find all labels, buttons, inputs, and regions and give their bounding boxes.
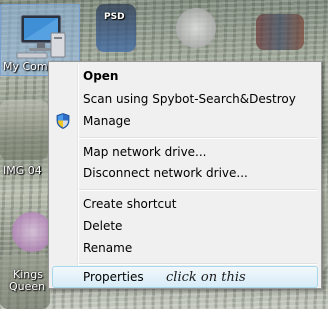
- menu-item-create-shortcut[interactable]: Create shortcut: [51, 193, 319, 215]
- image-file-label: IMG 04: [3, 164, 42, 177]
- context-menu: Open Scan using Spybot-Search&Destroy Ma…: [48, 61, 322, 289]
- menu-item-open[interactable]: Open: [51, 65, 319, 87]
- shield-icon: [56, 113, 70, 129]
- instruction-annotation: click on this: [166, 270, 246, 285]
- menu-item-rename[interactable]: Rename: [51, 237, 319, 259]
- disc-icon[interactable]: [176, 8, 216, 48]
- menu-separator: [79, 189, 317, 191]
- menu-item-map-network-drive[interactable]: Map network drive...: [51, 141, 319, 163]
- game-label-line-2: Queen: [9, 280, 46, 293]
- menu-item-label: Create shortcut: [83, 197, 177, 211]
- menu-item-label: Open: [83, 69, 119, 83]
- menu-item-manage[interactable]: Manage: [51, 110, 319, 132]
- menu-item-label: Scan using Spybot-Search&Destroy: [83, 92, 296, 106]
- menu-item-label: Manage: [83, 114, 131, 128]
- image-file-icon[interactable]: [0, 100, 48, 160]
- game-icon[interactable]: [12, 212, 52, 252]
- menu-item-label: Disconnect network drive...: [83, 166, 248, 180]
- menu-separator: [79, 263, 317, 265]
- psd-badge: PSD: [104, 12, 125, 22]
- menu-item-scan-spybot[interactable]: Scan using Spybot-Search&Destroy: [51, 88, 319, 110]
- menu-item-label: Properties: [83, 270, 144, 284]
- menu-separator: [79, 137, 317, 139]
- menu-item-label: Rename: [83, 241, 133, 255]
- computer-icon: [16, 14, 66, 59]
- menu-item-disconnect-network-drive[interactable]: Disconnect network drive...: [51, 162, 319, 184]
- menu-item-label: Map network drive...: [83, 145, 207, 159]
- menu-item-delete[interactable]: Delete: [51, 215, 319, 237]
- menu-item-label: Delete: [83, 219, 123, 233]
- shortcut-icon[interactable]: [256, 14, 304, 50]
